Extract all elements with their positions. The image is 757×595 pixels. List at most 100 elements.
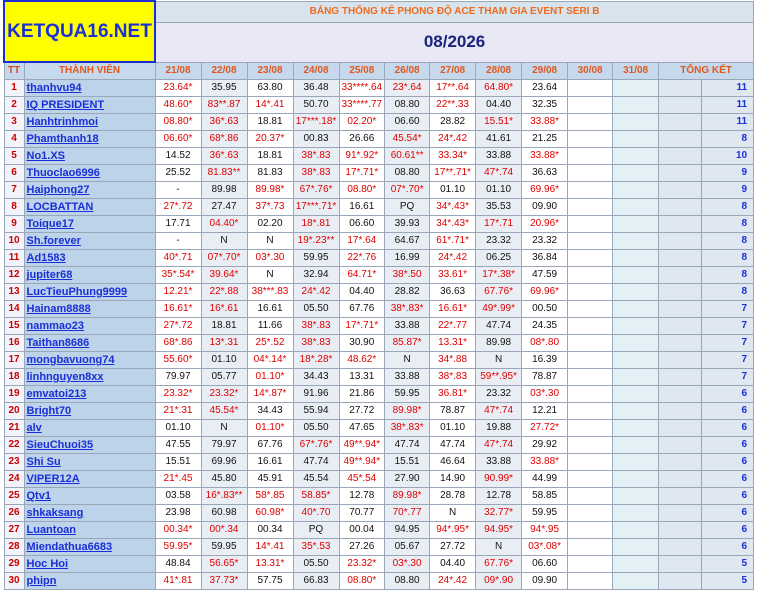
member-name-link[interactable]: Miendathua6683 bbox=[23, 538, 156, 556]
score-cell: 30.90 bbox=[338, 334, 386, 352]
row-number: 28 bbox=[3, 538, 25, 556]
member-name-link[interactable]: LOCBATTAN bbox=[23, 198, 156, 216]
total-spacer bbox=[658, 283, 703, 301]
member-name-link[interactable]: Luantoan bbox=[23, 521, 156, 539]
row-number: 2 bbox=[3, 96, 25, 114]
member-name-link[interactable]: Phamthanh18 bbox=[23, 130, 156, 148]
member-name-link[interactable]: Sh.forever bbox=[23, 232, 156, 250]
empty-cell bbox=[612, 317, 660, 335]
member-name-link[interactable]: Haiphong27 bbox=[23, 181, 156, 199]
total-spacer bbox=[658, 521, 703, 539]
member-name-link[interactable]: Taithan8686 bbox=[23, 334, 156, 352]
score-cell: 24*.42 bbox=[429, 249, 477, 267]
empty-cell bbox=[567, 555, 614, 573]
site-logo[interactable]: KETQUA16.NET bbox=[3, 0, 156, 63]
empty-cell bbox=[612, 385, 660, 403]
member-name-link[interactable]: LucTieuPhung9999 bbox=[23, 283, 156, 301]
score-cell: 68*.86 bbox=[200, 130, 248, 148]
empty-cell bbox=[612, 436, 660, 454]
table-row: 23 Shi Su 15.51 69.96 16.61 47.74 49**.94* 15.5… bbox=[3, 453, 755, 471]
total-spacer bbox=[658, 351, 703, 369]
total-count: 10 bbox=[701, 147, 755, 165]
total-spacer bbox=[658, 385, 703, 403]
member-name-link[interactable]: nammao23 bbox=[23, 317, 156, 335]
member-name-link[interactable]: No1.XS bbox=[23, 147, 156, 165]
score-cell: 23.32 bbox=[521, 232, 569, 250]
member-name-link[interactable]: SieuChuoi35 bbox=[23, 436, 156, 454]
header-total: TỔNG KẾT bbox=[658, 61, 755, 80]
total-count: 6 bbox=[701, 436, 755, 454]
score-cell: 04.40 bbox=[338, 283, 386, 301]
score-cell: 21.86 bbox=[338, 385, 386, 403]
total-spacer bbox=[658, 334, 703, 352]
score-cell: 01.10 bbox=[429, 419, 477, 437]
score-cell: 78.87 bbox=[429, 402, 477, 420]
empty-cell bbox=[612, 351, 660, 369]
empty-cell bbox=[567, 521, 614, 539]
header-row: TT THÀNH VIÊN 21/08 22/08 23/08 24/08 25… bbox=[3, 61, 755, 80]
score-cell: 23.64 bbox=[521, 79, 569, 97]
empty-cell bbox=[567, 351, 614, 369]
member-name-link[interactable]: Ad1583 bbox=[23, 249, 156, 267]
member-name-link[interactable]: VIPER12A bbox=[23, 470, 156, 488]
member-name-link[interactable]: Toique17 bbox=[23, 215, 156, 233]
score-cell: 05.50 bbox=[292, 300, 340, 318]
member-name-link[interactable]: shkaksang bbox=[23, 504, 156, 522]
score-cell: 70.77 bbox=[338, 504, 386, 522]
score-cell: 40*.71 bbox=[154, 249, 202, 267]
score-cell: 01.10 bbox=[429, 181, 477, 199]
score-cell: 70*.77 bbox=[384, 504, 431, 522]
member-name-link[interactable]: Hanhtrinhmoi bbox=[23, 113, 156, 131]
table-row: 20 Bright70 21*.31 45.54* 34.43 55.94 27.72 89.… bbox=[3, 402, 755, 420]
total-count: 8 bbox=[701, 130, 755, 148]
table-row: 7 Haiphong27-89.98 89.98* 67*.76* 08.80* 07*.… bbox=[3, 181, 755, 199]
member-name-link[interactable]: mongbavuong74 bbox=[23, 351, 156, 369]
score-cell: 67*.76* bbox=[292, 181, 340, 199]
score-cell: 01.10* bbox=[246, 419, 294, 437]
member-name-link[interactable]: Bright70 bbox=[23, 402, 156, 420]
member-name-link[interactable]: IQ PRESIDENT bbox=[23, 96, 156, 114]
score-cell: 02.20* bbox=[338, 113, 386, 131]
score-cell: 05.50 bbox=[292, 555, 340, 573]
total-count: 6 bbox=[701, 419, 755, 437]
score-cell: 34*.43* bbox=[429, 215, 477, 233]
member-name-link[interactable]: Hainam8888 bbox=[23, 300, 156, 318]
member-name-link[interactable]: Shi Su bbox=[23, 453, 156, 471]
score-cell: 16.61 bbox=[246, 300, 294, 318]
empty-cell bbox=[612, 470, 660, 488]
empty-cell bbox=[567, 368, 614, 386]
score-cell: 26.66 bbox=[338, 130, 386, 148]
score-cell: 12.78 bbox=[475, 487, 523, 505]
member-name-link[interactable]: jupiter68 bbox=[23, 266, 156, 284]
score-cell: 23.32 bbox=[475, 232, 523, 250]
score-cell: 46.64 bbox=[429, 453, 477, 471]
score-cell: 17*.71 bbox=[475, 215, 523, 233]
score-cell: 94*.95 bbox=[521, 521, 569, 539]
total-count: 11 bbox=[701, 113, 755, 131]
member-name-link[interactable]: alv bbox=[23, 419, 156, 437]
score-cell: 18.81 bbox=[246, 147, 294, 165]
member-name-link[interactable]: linhnguyen8xx bbox=[23, 368, 156, 386]
total-count: 8 bbox=[701, 198, 755, 216]
score-cell: 57.75 bbox=[246, 572, 294, 590]
member-name-link[interactable]: phipn bbox=[23, 572, 156, 590]
empty-cell bbox=[567, 113, 614, 131]
empty-cell bbox=[567, 334, 614, 352]
member-name-link[interactable]: thanhvu94 bbox=[23, 79, 156, 97]
member-name-link[interactable]: emvatoi213 bbox=[23, 385, 156, 403]
total-spacer bbox=[658, 453, 703, 471]
table-row: 15 nammao23 27*.72 18.81 11.66 38*.83 17*.71* 3… bbox=[3, 317, 755, 335]
empty-cell bbox=[567, 402, 614, 420]
stats-table: KETQUA16.NET BẢNG THỐNG KÊ PHONG ĐỘ ACE … bbox=[3, 0, 755, 590]
member-name-link[interactable]: Hoc Hoi bbox=[23, 555, 156, 573]
member-name-link[interactable]: Qtv1 bbox=[23, 487, 156, 505]
empty-cell bbox=[612, 266, 660, 284]
score-cell: 91*.92* bbox=[338, 147, 386, 165]
empty-cell bbox=[612, 419, 660, 437]
score-cell: 12.78 bbox=[338, 487, 386, 505]
score-cell: 27.26 bbox=[338, 538, 386, 556]
member-name-link[interactable]: Thuoclao6996 bbox=[23, 164, 156, 182]
score-cell: 33.88* bbox=[521, 113, 569, 131]
total-count: 11 bbox=[701, 96, 755, 114]
table-title: BẢNG THỐNG KÊ PHONG ĐỘ ACE THAM GIA EVEN… bbox=[154, 0, 755, 23]
